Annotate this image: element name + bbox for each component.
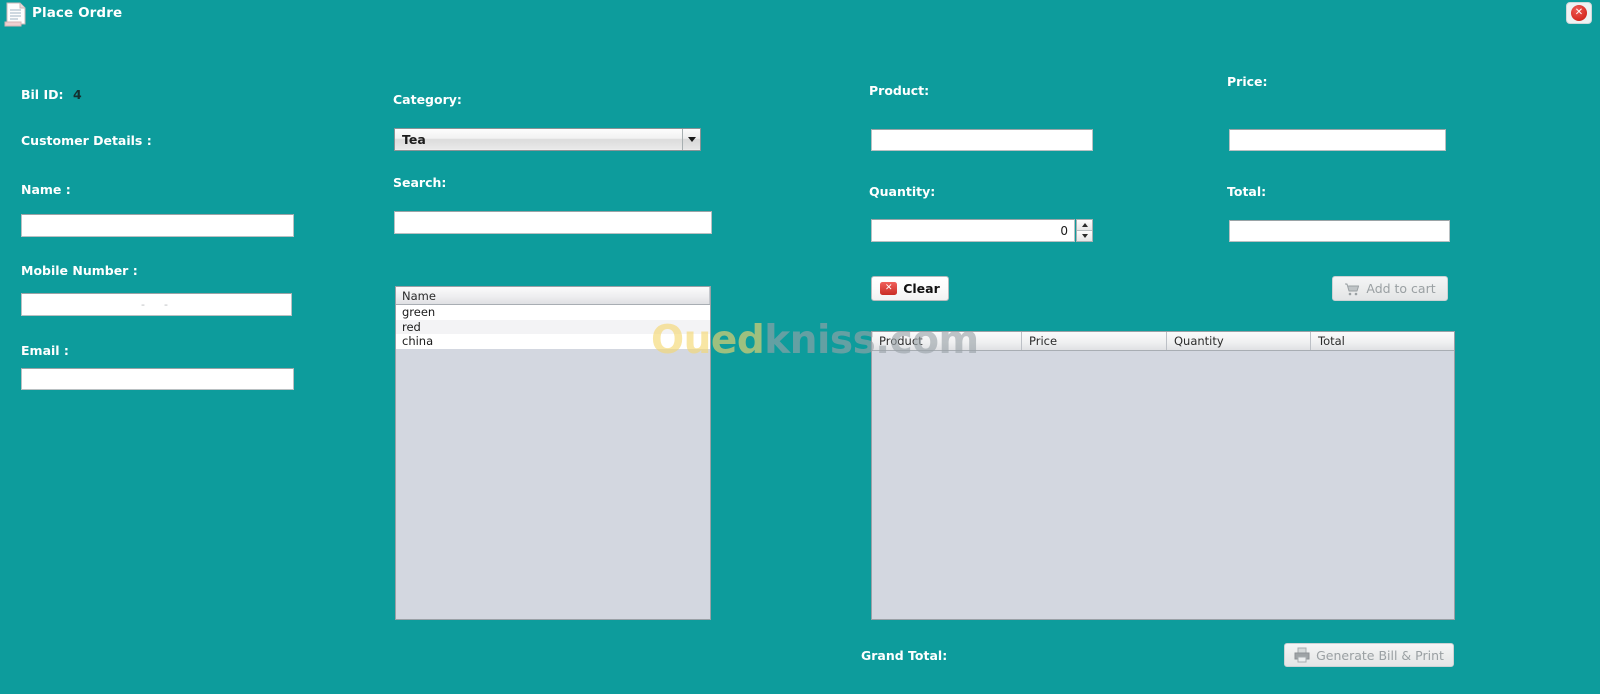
product-input[interactable] <box>871 129 1093 151</box>
quantity-increment-button[interactable] <box>1077 220 1092 231</box>
quantity-stepper[interactable] <box>871 219 1093 242</box>
window-title-bar: Place Ordre ✕ <box>0 0 1600 30</box>
clear-button-label: Clear <box>903 281 940 296</box>
bill-id-label: Bil ID: <box>21 87 64 102</box>
window-title: Place Ordre <box>32 5 123 21</box>
cart-icon <box>1344 282 1360 296</box>
list-item[interactable]: china <box>396 334 710 349</box>
cart-column-quantity: Quantity <box>1167 332 1311 350</box>
quantity-input[interactable] <box>871 219 1075 242</box>
product-list-rows: green red china <box>396 305 710 349</box>
quantity-spinner-buttons[interactable] <box>1076 219 1093 242</box>
email-input[interactable] <box>21 368 294 390</box>
quantity-decrement-button[interactable] <box>1077 231 1092 241</box>
email-label: Email : <box>21 343 69 358</box>
list-item[interactable]: green <box>396 305 710 320</box>
generate-bill-button[interactable]: Generate Bill & Print <box>1284 643 1454 667</box>
name-input[interactable] <box>21 214 294 237</box>
cart-table-body <box>872 351 1454 619</box>
cart-column-price: Price <box>1022 332 1167 350</box>
category-dropdown[interactable]: Tea <box>394 128 701 151</box>
product-name-list[interactable]: Name green red china <box>395 286 711 620</box>
product-list-column-name: Name <box>396 287 710 304</box>
cart-table[interactable]: Product Price Quantity Total <box>871 331 1455 620</box>
price-label: Price: <box>1227 74 1268 89</box>
chevron-down-icon[interactable] <box>682 129 700 150</box>
product-list-header: Name <box>396 287 710 305</box>
search-label: Search: <box>393 175 447 190</box>
add-to-cart-button[interactable]: Add to cart <box>1332 276 1448 301</box>
close-button[interactable]: ✕ <box>1566 2 1592 24</box>
mobile-number-label: Mobile Number : <box>21 263 138 278</box>
quantity-label: Quantity: <box>869 184 936 199</box>
total-input[interactable] <box>1229 220 1450 242</box>
cart-column-product: Product <box>872 332 1022 350</box>
search-input[interactable] <box>394 211 712 234</box>
mobile-number-input[interactable] <box>21 293 292 316</box>
add-to-cart-label: Add to cart <box>1366 281 1436 296</box>
grand-total-label: Grand Total: <box>861 648 948 663</box>
category-selected-value: Tea <box>402 132 426 147</box>
document-icon <box>4 2 28 28</box>
customer-details-heading: Customer Details : <box>21 133 152 148</box>
cart-column-total: Total <box>1318 334 1345 348</box>
printer-icon <box>1294 647 1310 663</box>
category-label: Category: <box>393 92 462 107</box>
red-x-icon: ✕ <box>880 282 898 295</box>
product-label: Product: <box>869 83 930 98</box>
clear-button[interactable]: ✕ Clear <box>871 276 949 301</box>
generate-bill-label: Generate Bill & Print <box>1316 647 1444 663</box>
price-input[interactable] <box>1229 129 1446 151</box>
close-icon: ✕ <box>1571 5 1587 21</box>
cart-table-header-row: Product Price Quantity Total <box>872 332 1454 351</box>
name-label: Name : <box>21 182 71 197</box>
list-item[interactable]: red <box>396 319 710 334</box>
bill-id-value: 4 <box>73 87 82 102</box>
total-label: Total: <box>1227 184 1267 199</box>
